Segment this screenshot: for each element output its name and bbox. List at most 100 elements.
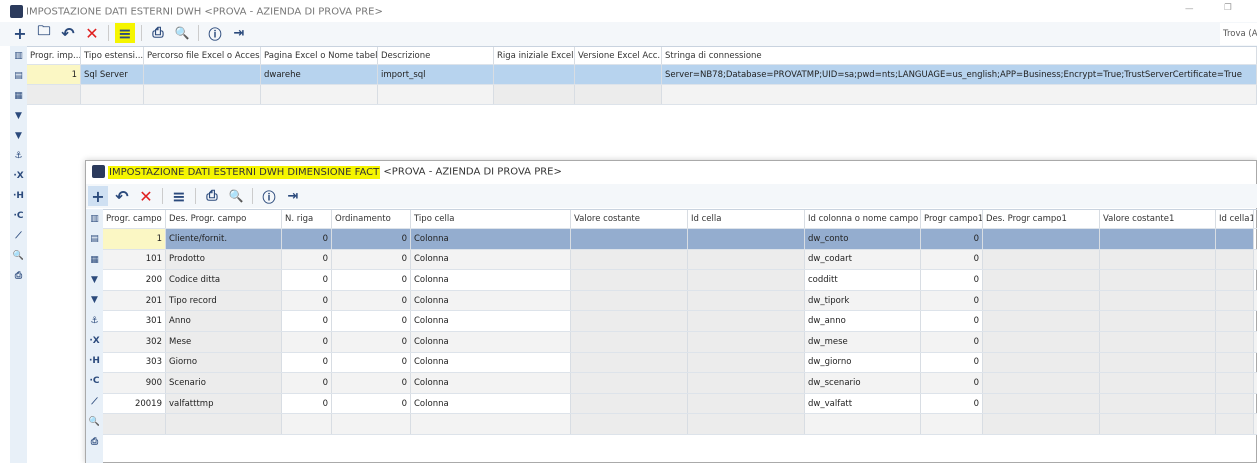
table-cell[interactable]: Scenario — [166, 373, 282, 393]
table-row[interactable]: 302 Mese 0 0 Colonna dw_mese 0 — [103, 332, 1257, 353]
table-cell[interactable]: 0 — [332, 393, 411, 414]
table-cell[interactable] — [1216, 332, 1254, 352]
table-cell[interactable]: 201 — [103, 290, 166, 311]
table-cell[interactable]: 0 — [921, 373, 983, 393]
record-icon[interactable]: ▤ — [10, 71, 27, 81]
table-cell[interactable]: 101 — [103, 249, 166, 270]
table-cell[interactable]: Colonna — [411, 393, 571, 414]
table-cell[interactable] — [983, 290, 1100, 311]
table-cell[interactable] — [1100, 290, 1216, 311]
table-cell[interactable]: 0 — [921, 290, 983, 311]
table-cell[interactable] — [1100, 332, 1216, 352]
column-header[interactable]: Versione Excel Acc... — [575, 47, 662, 64]
table-cell[interactable] — [81, 85, 144, 104]
table-cell[interactable] — [378, 85, 494, 104]
table-cell[interactable]: Giorno — [166, 352, 282, 373]
table-cell[interactable] — [571, 290, 688, 311]
table-cell[interactable]: Colonna — [411, 373, 571, 393]
table-cell[interactable] — [983, 270, 1100, 290]
table-cell[interactable] — [571, 249, 688, 270]
preview-icon[interactable]: 🔍 — [10, 251, 27, 261]
table-cell[interactable]: dw_valfatt — [805, 393, 921, 414]
print-icon[interactable]: ⎙ — [10, 271, 27, 281]
preview-icon[interactable]: 🔍 — [86, 417, 103, 427]
table-cell[interactable]: 0 — [921, 311, 983, 331]
table-cell[interactable] — [688, 352, 805, 373]
table-cell[interactable]: Colonna — [411, 229, 571, 249]
table-row[interactable]: 101 Prodotto 0 0 Colonna dw_codart 0 — [103, 249, 1257, 271]
table-cell[interactable] — [575, 65, 662, 84]
anchor-icon[interactable]: ⚓ — [10, 151, 27, 161]
table-cell[interactable] — [1216, 270, 1254, 290]
maximize-button[interactable]: ❐ — [1224, 3, 1232, 13]
column-header[interactable]: Des. Progr. campo — [166, 210, 282, 228]
table-cell[interactable]: Colonna — [411, 270, 571, 290]
table-cell[interactable]: Mese — [166, 332, 282, 352]
table-cell[interactable] — [1100, 249, 1216, 270]
column-header[interactable]: Stringa di connessione — [662, 47, 1257, 64]
table-cell[interactable] — [688, 270, 805, 290]
table-cell[interactable] — [688, 393, 805, 414]
table-cell[interactable]: 1 — [103, 229, 166, 249]
table-cell[interactable] — [983, 332, 1100, 352]
table-cell[interactable] — [1216, 414, 1254, 434]
x-icon[interactable]: ·X — [86, 336, 103, 346]
table-cell[interactable] — [494, 85, 575, 104]
table-cell[interactable]: Sql Server — [81, 65, 144, 84]
column-header[interactable]: Id cella — [688, 210, 805, 228]
table-cell[interactable] — [332, 414, 411, 434]
table-cell[interactable] — [144, 85, 261, 104]
table-cell[interactable]: dw_tipork — [805, 290, 921, 311]
table-cell[interactable]: 0 — [332, 311, 411, 331]
table-row[interactable]: 1 Cliente/fornit. 0 0 Colonna dw_conto 0 — [103, 229, 1257, 250]
menu-icon[interactable]: ≡ — [169, 186, 189, 206]
table-cell[interactable]: 0 — [282, 270, 332, 290]
table-cell[interactable] — [921, 414, 983, 434]
table-cell[interactable]: 0 — [282, 290, 332, 311]
table-row[interactable]: 20019 valfatttmp 0 0 Colonna dw_valfatt 0 — [103, 393, 1257, 415]
table-cell[interactable] — [144, 65, 261, 84]
table-cell[interactable] — [571, 332, 688, 352]
table-cell[interactable]: 200 — [103, 270, 166, 290]
table-cell[interactable] — [662, 85, 1257, 104]
exit-icon[interactable]: ⇥ — [229, 23, 249, 43]
table-cell[interactable] — [571, 352, 688, 373]
table-cell[interactable] — [575, 85, 662, 104]
table-cell[interactable]: 0 — [332, 352, 411, 373]
table-cell[interactable]: 0 — [921, 332, 983, 352]
filter-clear-icon[interactable]: ▼ — [10, 131, 27, 141]
table-cell[interactable]: Colonna — [411, 332, 571, 352]
column-header[interactable]: Pagina Excel o Nome tabella — [261, 47, 378, 64]
table-cell[interactable]: 303 — [103, 352, 166, 373]
minimize-button[interactable]: — — [1185, 4, 1194, 14]
column-header[interactable]: Riga iniziale Excel — [494, 47, 575, 64]
table-cell[interactable]: 0 — [921, 393, 983, 414]
table-cell[interactable] — [282, 414, 332, 434]
table-cell[interactable]: import_sql — [378, 65, 494, 84]
table-cell[interactable] — [1100, 229, 1216, 249]
table-cell[interactable]: dw_codart — [805, 249, 921, 270]
search-input[interactable]: Trova (A — [1220, 23, 1257, 45]
table-cell[interactable]: codditt — [805, 270, 921, 290]
chart-icon[interactable]: ⟋ — [86, 397, 103, 407]
table-cell[interactable]: Prodotto — [166, 249, 282, 270]
table-cell[interactable]: 0 — [282, 332, 332, 352]
column-header[interactable]: Valore costante — [571, 210, 688, 228]
table-cell[interactable]: 302 — [103, 332, 166, 352]
layout-icon[interactable]: ▥ — [86, 214, 103, 224]
column-header[interactable]: Progr. imp... — [27, 47, 81, 64]
table-cell[interactable] — [805, 414, 921, 434]
table-row[interactable]: 200 Codice ditta 0 0 Colonna codditt 0 — [103, 270, 1257, 291]
table-cell[interactable] — [166, 414, 282, 434]
column-header[interactable]: Ordinamento — [332, 210, 411, 228]
table-cell[interactable] — [411, 414, 571, 434]
column-header[interactable]: Id colonna o nome campo — [805, 210, 921, 228]
table-cell[interactable] — [1100, 414, 1216, 434]
table-cell[interactable] — [1216, 249, 1254, 270]
column-header[interactable]: Id cella1 — [1216, 210, 1254, 228]
column-header[interactable]: N. riga — [282, 210, 332, 228]
table-cell[interactable] — [1216, 373, 1254, 393]
table-cell[interactable] — [983, 352, 1100, 373]
table-cell[interactable] — [571, 270, 688, 290]
table-cell[interactable]: 301 — [103, 311, 166, 331]
